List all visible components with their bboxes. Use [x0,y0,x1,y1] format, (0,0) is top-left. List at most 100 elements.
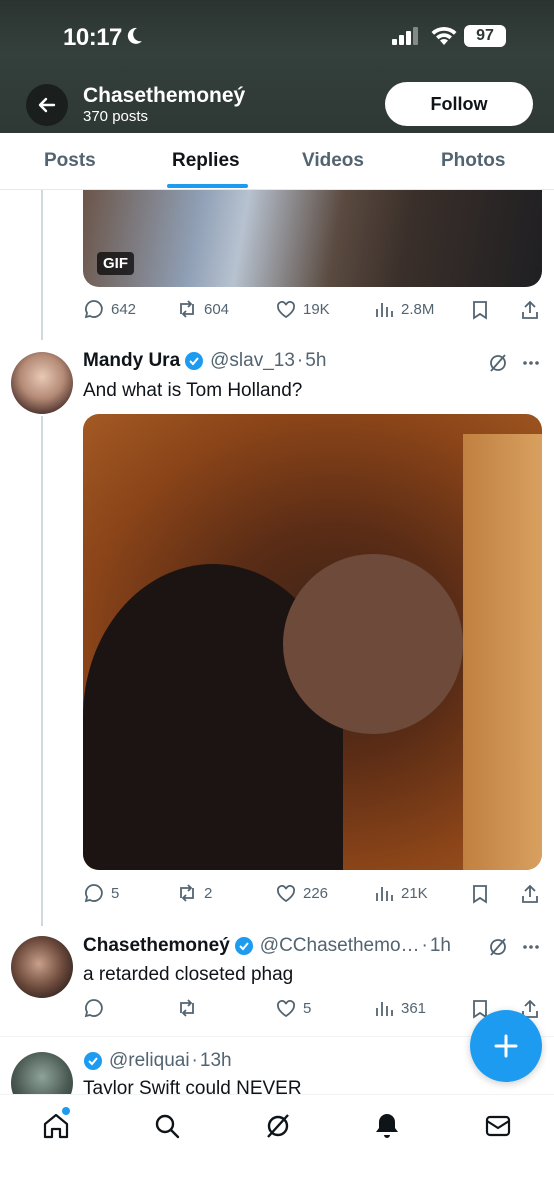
tweet-time[interactable]: 13h [200,1050,232,1072]
repost-icon [180,884,194,902]
grok-icon[interactable] [263,1111,293,1141]
tab-photos[interactable]: Photos [441,150,505,172]
separator-dot: · [421,935,428,956]
repost-icon [180,300,194,318]
tweet-actions: 642 604 19K 2.8M [83,298,543,322]
views-icon [376,1002,393,1016]
grok-icon[interactable] [487,936,509,958]
heart-icon [277,885,295,903]
avatar[interactable] [11,1052,73,1094]
repost-count: 604 [204,300,230,318]
separator-dot: · [296,350,304,371]
arrow-left-icon [38,97,56,113]
cellular-signal-icon [392,27,418,45]
repost-action[interactable]: 604 [176,298,229,320]
tweet-actions: 5 361 [83,997,543,1021]
reply-action[interactable]: 642 [83,298,136,320]
view-count: 361 [401,999,427,1017]
heart-icon [277,1000,295,1018]
focus-moon-icon [127,27,142,44]
avatar[interactable] [11,352,73,414]
like-count: 226 [303,884,329,902]
photo-shape [283,554,463,734]
bottom-navigation [0,1094,554,1200]
wifi-icon [431,26,457,45]
gif-badge: GIF [97,252,134,275]
tweet-actions: 5 2 226 21K [83,882,543,906]
search-icon[interactable] [152,1111,182,1141]
author-handle[interactable]: @CChasethemo… [260,935,420,957]
more-options-icon[interactable] [521,353,541,373]
battery-level: 97 [476,27,494,44]
photo-media[interactable] [83,414,542,870]
author-handle[interactable]: @slav_13 [210,350,295,372]
status-time: 10:17 [63,24,122,51]
heart-icon [277,301,295,319]
like-action[interactable]: 226 [275,882,328,904]
share-icon[interactable] [519,299,541,321]
home-icon[interactable] [41,1111,71,1141]
gif-media[interactable]: GIF [83,190,542,287]
reply-icon [84,300,103,319]
repost-icon [180,999,194,1017]
tab-videos[interactable]: Videos [302,150,364,172]
profile-tabs: Posts Replies Videos Photos [0,133,554,190]
reply-count: 5 [111,884,120,902]
reply-action[interactable]: 5 [83,882,119,904]
like-action[interactable]: 5 [275,997,311,1019]
tweet-text: Taylor Swift could NEVER [83,1078,302,1094]
views-action[interactable]: 361 [373,997,426,1019]
notifications-icon[interactable] [372,1111,402,1141]
replies-feed: GIF 642 604 19K 2.8M Mandy Ura @slav_13 … [0,190,554,1094]
photo-shape [463,434,542,870]
reply-action[interactable] [83,997,111,1019]
tweet-header: Chasethemoneý @CChasethemo… · 1h [83,935,451,957]
like-count: 5 [303,999,312,1017]
like-count: 19K [303,300,330,318]
tab-posts[interactable]: Posts [44,150,96,172]
repost-action[interactable]: 2 [176,882,212,904]
post-count: 370 posts [83,108,149,125]
follow-button[interactable]: Follow [385,82,533,126]
repost-count: 2 [204,884,213,902]
avatar[interactable] [11,936,73,998]
tweet-text: And what is Tom Holland? [83,380,303,401]
verified-badge-icon [185,352,204,370]
plus-icon [494,1034,518,1058]
tweet-text: a retarded closeted phag [83,964,294,985]
messages-icon[interactable] [483,1111,513,1141]
view-count: 21K [401,884,428,902]
grok-icon[interactable] [487,352,509,374]
author-handle[interactable]: @reliquai [109,1050,190,1072]
share-icon[interactable] [519,883,541,905]
status-bar: 10:17 97 [0,0,554,74]
bookmark-icon[interactable] [469,883,491,905]
verified-badge-icon [234,937,253,955]
author-name[interactable]: Chasethemoneý [83,935,230,957]
reply-icon [84,884,103,903]
profile-name: Chasethemoneý [83,84,246,107]
like-action[interactable]: 19K [275,298,330,320]
tab-replies[interactable]: Replies [172,150,240,172]
views-action[interactable]: 2.8M [373,298,434,320]
bookmark-icon[interactable] [469,299,491,321]
back-button[interactable] [26,84,68,126]
more-options-icon[interactable] [521,937,541,957]
views-icon [376,303,393,317]
thread-line [41,416,43,926]
home-notification-dot [62,1107,70,1115]
verified-badge-icon [84,1052,102,1070]
views-action[interactable]: 21K [373,882,428,904]
battery-indicator: 97 [464,25,506,47]
tweet-time[interactable]: 5h [305,350,326,372]
author-name[interactable]: Mandy Ura [83,350,180,372]
tweet-time[interactable]: 1h [430,935,451,957]
thread-line [41,190,43,340]
repost-action[interactable] [176,997,204,1019]
reply-icon [84,999,103,1018]
compose-button[interactable] [470,1010,542,1082]
views-icon [376,887,393,901]
view-count: 2.8M [401,300,435,318]
reply-count: 642 [111,300,137,318]
active-tab-indicator [167,184,248,188]
